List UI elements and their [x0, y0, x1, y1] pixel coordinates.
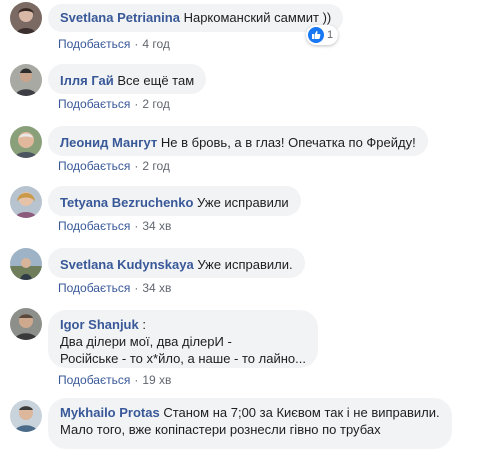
like-button[interactable]: Подобається	[58, 97, 130, 111]
like-button[interactable]: Подобається	[58, 373, 130, 387]
like-button[interactable]: Подобається	[58, 219, 130, 233]
comment-text: :	[142, 317, 146, 332]
comment-actions: Подобається · 2 год	[58, 159, 170, 173]
comment-text: Уже исправили	[197, 195, 289, 210]
comment-actions: Подобається · 2 год	[58, 97, 170, 111]
comment-text: Станом на 7;00 за Києвом так і не виправ…	[163, 405, 440, 420]
separator-dot: ·	[134, 281, 139, 295]
avatar[interactable]	[10, 64, 42, 96]
reaction-count[interactable]: 1	[306, 25, 339, 45]
comment-bubble: Леонид Мангут Не в бровь, а в глаз! Опеч…	[48, 126, 428, 156]
comment-time[interactable]: 34 хв	[142, 281, 171, 295]
comment-bubble: Mykhailo Protas Станом на 7;00 за Києвом…	[48, 398, 452, 449]
comment-author[interactable]: Леонид Мангут	[60, 135, 157, 150]
comment-author[interactable]: Svetlana Petrianina	[60, 10, 180, 25]
comment-bubble: Igor Shanjuk : Два ділери мої, два ділер…	[48, 310, 318, 368]
separator-dot: ·	[134, 97, 139, 111]
comment-text: Наркоманский саммит ))	[183, 10, 332, 25]
thumbs-up-icon	[308, 27, 324, 43]
avatar[interactable]	[10, 248, 42, 280]
comment-author[interactable]: Igor Shanjuk	[60, 317, 139, 332]
comment-author[interactable]: Svetlana Kudynskaya	[60, 257, 194, 272]
avatar[interactable]	[10, 126, 42, 158]
comment-text: Все ещё там	[117, 73, 195, 88]
comment-text-line: Два ділери мої, два ділерИ -	[60, 334, 232, 349]
like-button[interactable]: Подобається	[58, 37, 130, 51]
comment-bubble: Ілля Гай Все ещё там	[48, 64, 207, 94]
comment-bubble: Tetyana Bezruchenko Уже исправили	[48, 186, 301, 216]
comment-bubble: Svetlana Petrianina Наркоманский саммит …	[48, 4, 344, 32]
comment-text-line: Мало того, вже копіпастери рознесли гівн…	[60, 422, 381, 437]
comment-actions: Подобається · 4 год	[58, 37, 170, 51]
comment-author[interactable]: Ілля Гай	[60, 73, 114, 88]
comment-time[interactable]: 2 год	[142, 159, 170, 173]
avatar[interactable]	[10, 2, 42, 34]
comment-time[interactable]: 19 хв	[142, 373, 171, 387]
reaction-number: 1	[327, 29, 334, 41]
avatar[interactable]	[10, 400, 42, 432]
comment-text: Не в бровь, а в глаз! Опечатка по Фрейду…	[160, 135, 416, 150]
like-button[interactable]: Подобається	[58, 281, 130, 295]
comment-text-line: Російське - то х*йло, а наше - то лайно.…	[60, 351, 306, 366]
comment-actions: Подобається · 19 хв	[58, 373, 171, 387]
separator-dot: ·	[134, 373, 139, 387]
comment-time[interactable]: 4 год	[142, 37, 170, 51]
comment-bubble: Svetlana Kudynskaya Уже исправили.	[48, 248, 305, 278]
separator-dot: ·	[134, 37, 139, 51]
like-button[interactable]: Подобається	[58, 159, 130, 173]
separator-dot: ·	[134, 159, 139, 173]
comment-text: Уже исправили.	[197, 257, 293, 272]
avatar[interactable]	[10, 186, 42, 218]
avatar[interactable]	[10, 308, 42, 340]
comment-actions: Подобається · 34 хв	[58, 281, 171, 295]
comment-time[interactable]: 2 год	[142, 97, 170, 111]
comment-author[interactable]: Mykhailo Protas	[60, 405, 160, 420]
comment-actions: Подобається · 34 хв	[58, 219, 171, 233]
separator-dot: ·	[134, 219, 139, 233]
comment-author[interactable]: Tetyana Bezruchenko	[60, 195, 193, 210]
comment-time[interactable]: 34 хв	[142, 219, 171, 233]
